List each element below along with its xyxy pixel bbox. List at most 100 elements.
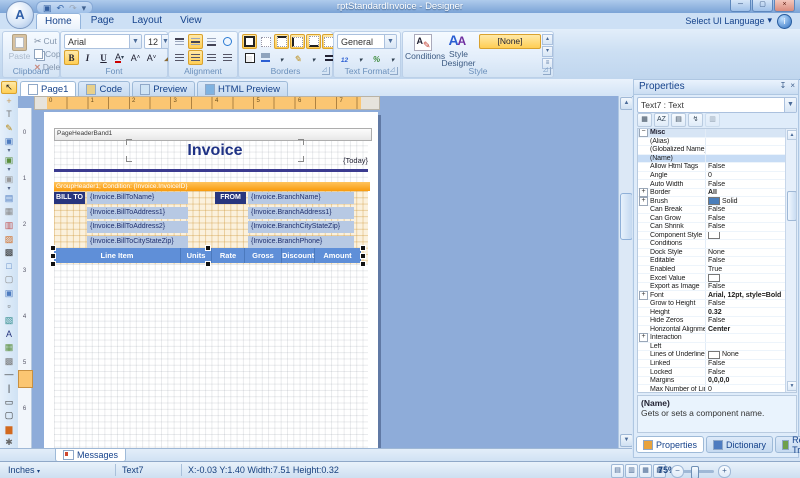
property-row[interactable]: Excel Value: [638, 274, 786, 283]
design-canvas[interactable]: 0 1 2 3 4 5 6 7 0 1 2 3 4 5 6 PageHeaderBand1 Invoice…: [18, 96, 632, 448]
border-tool-button[interactable]: [242, 50, 257, 65]
selection-handle[interactable]: [360, 261, 366, 267]
toolbox-tool-icon[interactable]: ▦: [2, 341, 16, 354]
today-component[interactable]: {Today}: [294, 155, 368, 167]
toolbox-tool-icon[interactable]: |: [2, 382, 16, 395]
style-gallery-button[interactable]: ▴: [542, 34, 553, 45]
toolbox-tool-icon[interactable]: ▧: [2, 314, 16, 327]
table-header-cell[interactable]: Discount: [282, 248, 315, 263]
border-button[interactable]: [258, 34, 273, 49]
toolbox-tool-icon[interactable]: ▆: [2, 423, 16, 436]
properties-toolbar-button[interactable]: ▥: [705, 112, 720, 127]
property-value[interactable]: False: [705, 368, 786, 376]
property-row[interactable]: + Border All: [638, 188, 786, 198]
alignment-button[interactable]: [204, 34, 219, 49]
border-button[interactable]: [274, 34, 289, 49]
properties-scrollbar[interactable]: ▲ ▼: [785, 129, 796, 392]
property-value[interactable]: False: [705, 163, 786, 171]
format-button[interactable]: [353, 50, 368, 65]
paste-button[interactable]: Paste: [7, 34, 32, 64]
property-row[interactable]: Horizontal Alignment Center: [638, 325, 786, 335]
property-value[interactable]: Center: [705, 325, 786, 334]
component-selector-combo[interactable]: Text7 : Text ▼: [637, 97, 797, 113]
ribbon-tab[interactable]: View: [172, 13, 210, 29]
property-value[interactable]: False: [705, 359, 786, 368]
expand-toggle-icon[interactable]: +: [639, 333, 648, 343]
scrollbar-thumb[interactable]: [620, 193, 632, 240]
shrink-font-button[interactable]: A ˅: [144, 50, 159, 65]
property-value[interactable]: 0: [705, 385, 786, 392]
toolbox-tool-icon[interactable]: ▢: [2, 273, 16, 286]
property-row[interactable]: Grow to Height False: [638, 299, 786, 309]
grow-font-button[interactable]: A ˄: [128, 50, 143, 65]
property-row[interactable]: Linked False: [638, 359, 786, 369]
group-header-band-label[interactable]: GroupHeader1; Condition: {Invoice.Invoic…: [54, 182, 370, 191]
property-value[interactable]: [705, 334, 786, 342]
from-label-component[interactable]: FROM: [215, 192, 246, 204]
property-value[interactable]: 0: [705, 171, 786, 180]
property-row[interactable]: + Font Arial, 12pt, style=Bold: [638, 290, 786, 300]
conditions-button[interactable]: Conditions: [405, 34, 445, 61]
selection-handle[interactable]: [205, 261, 211, 267]
property-row[interactable]: − Misc: [638, 129, 786, 138]
toolbox-tool-icon[interactable]: ✎: [2, 122, 16, 135]
property-value[interactable]: False: [705, 223, 786, 231]
scroll-up-icon[interactable]: ▲: [787, 130, 796, 140]
property-value[interactable]: False: [705, 205, 786, 214]
toolbox-tool-icon[interactable]: ▦: [2, 205, 16, 218]
property-row[interactable]: Editable False: [638, 257, 786, 266]
scroll-up-icon[interactable]: ▲: [620, 97, 632, 110]
property-row[interactable]: Enabled True: [638, 265, 786, 275]
property-row[interactable]: Can Shrink False: [638, 223, 786, 232]
data-field-component[interactable]: {Invoice.BranchAddress1}: [248, 206, 354, 219]
properties-toolbar-button[interactable]: ↯: [688, 112, 703, 127]
property-value[interactable]: Arial, 12pt, style=Bold: [705, 291, 786, 299]
selection-handle[interactable]: [360, 245, 366, 251]
property-row[interactable]: Can Break False: [638, 205, 786, 215]
property-value[interactable]: False: [705, 317, 786, 325]
toolbox-tool-icon[interactable]: ▢: [2, 409, 16, 422]
panel-tab[interactable]: Report Tree: [775, 435, 800, 455]
toolbox-tool-icon[interactable]: ↖: [1, 81, 17, 94]
property-row[interactable]: (Globalized Name): [638, 146, 786, 155]
property-value[interactable]: None: [705, 351, 786, 359]
window-control-button[interactable]: ▢: [752, 0, 773, 12]
font-size-combo[interactable]: 12 ▼: [144, 34, 170, 49]
property-row[interactable]: Conditions: [638, 240, 786, 249]
border-button[interactable]: [290, 34, 305, 49]
expand-toggle-icon[interactable]: −: [639, 129, 648, 138]
property-row[interactable]: Component Style: [638, 231, 786, 241]
property-value[interactable]: [705, 231, 786, 240]
format-button[interactable]: [385, 50, 400, 65]
properties-toolbar-button[interactable]: ▦: [637, 112, 652, 127]
zoom-slider[interactable]: [683, 466, 714, 478]
alignment-button[interactable]: [188, 34, 203, 49]
scroll-down-icon[interactable]: ▼: [620, 434, 632, 447]
document-tab[interactable]: Preview: [132, 81, 195, 96]
property-row[interactable]: Allow Html Tags False: [638, 163, 786, 172]
toolbox-tool-icon[interactable]: ▾: [2, 186, 16, 192]
property-row[interactable]: Locked False: [638, 368, 786, 377]
panel-tab[interactable]: Properties: [636, 436, 705, 453]
alignment-button[interactable]: [204, 50, 219, 65]
report-page[interactable]: PageHeaderBand1 Invoice {Today} GroupHea…: [44, 112, 378, 448]
toolbox-tool-icon[interactable]: A: [2, 328, 16, 341]
line-component[interactable]: [54, 169, 368, 172]
zoom-in-button[interactable]: +: [718, 465, 731, 478]
property-value[interactable]: [705, 240, 786, 248]
selection-handle[interactable]: [50, 253, 56, 259]
toolbox-tool-icon[interactable]: ▩: [2, 355, 16, 368]
property-row[interactable]: (Alias): [638, 137, 786, 147]
expand-toggle-icon[interactable]: +: [639, 290, 648, 300]
property-row[interactable]: Lines of Underline None: [638, 351, 786, 360]
toolbox-tool-icon[interactable]: ▨: [2, 233, 16, 246]
bill-to-label-component[interactable]: BILL TO: [54, 192, 85, 204]
table-header-cell[interactable]: Line Item: [54, 248, 181, 263]
toolbox-tool-icon[interactable]: ▥: [2, 219, 16, 232]
bold-button[interactable]: B: [64, 50, 79, 65]
toolbox-tool-icon[interactable]: ▤: [2, 192, 16, 205]
selection-handle[interactable]: [50, 261, 56, 267]
expand-toggle-icon[interactable]: +: [639, 196, 648, 206]
property-row[interactable]: Angle 0: [638, 171, 786, 181]
border-tool-button[interactable]: [274, 50, 289, 65]
